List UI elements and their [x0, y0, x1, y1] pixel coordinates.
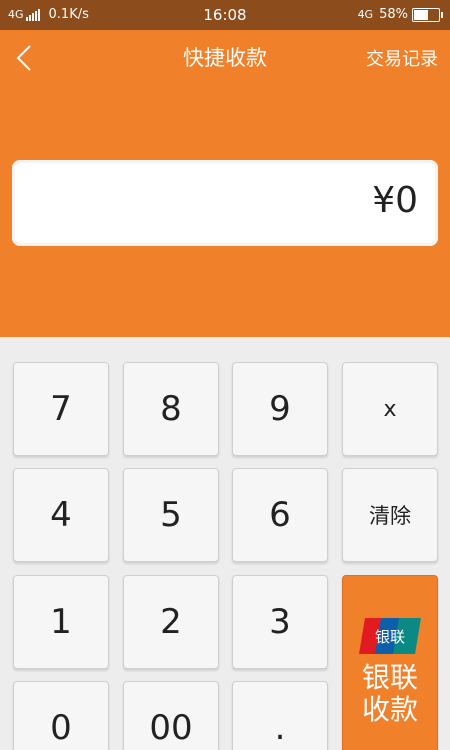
key-9[interactable]: 9	[232, 362, 328, 456]
key-decimal[interactable]: .	[232, 681, 328, 750]
header-area: 快捷收款 交易记录 ¥0	[0, 30, 450, 337]
quick-payment-screen: 4G 0.1K/s 16:08 4G 58% 快捷收款 交易记录 ¥0 7 8 …	[0, 0, 450, 750]
pay-label-line2: 收款	[361, 693, 418, 726]
key-backspace[interactable]: x	[342, 362, 438, 456]
network-type-right: 4G	[357, 8, 374, 21]
amount-display: ¥0	[12, 160, 438, 246]
key-4[interactable]: 4	[13, 468, 109, 562]
key-3[interactable]: 3	[232, 575, 328, 669]
key-5[interactable]: 5	[123, 468, 219, 562]
key-8[interactable]: 8	[123, 362, 219, 456]
status-right: 4G 58%	[357, 7, 443, 22]
key-00[interactable]: 00	[123, 681, 219, 750]
key-0[interactable]: 0	[13, 681, 109, 750]
key-6[interactable]: 6	[232, 468, 328, 562]
amount-value: ¥0	[372, 180, 418, 221]
status-bar: 4G 0.1K/s 16:08 4G 58%	[0, 0, 450, 30]
battery-icon	[412, 7, 443, 22]
transaction-records-link[interactable]: 交易记录	[366, 45, 438, 71]
unionpay-logo-icon: 银联	[359, 616, 421, 656]
battery-percent: 58%	[379, 7, 408, 22]
key-2[interactable]: 2	[123, 575, 219, 669]
pay-label: 银联 收款	[362, 662, 418, 726]
unionpay-logo-text: 银联	[375, 628, 405, 646]
key-clear[interactable]: 清除	[342, 468, 438, 562]
unionpay-collect-button[interactable]: 银联 银联 收款	[342, 575, 438, 750]
keypad: 7 8 9 x 4 5 6 清除 1 2 3 0 00 . 银联 银联 收款	[0, 337, 450, 750]
key-1[interactable]: 1	[13, 575, 109, 669]
key-7[interactable]: 7	[13, 362, 109, 456]
pay-label-line1: 银联	[361, 661, 418, 694]
